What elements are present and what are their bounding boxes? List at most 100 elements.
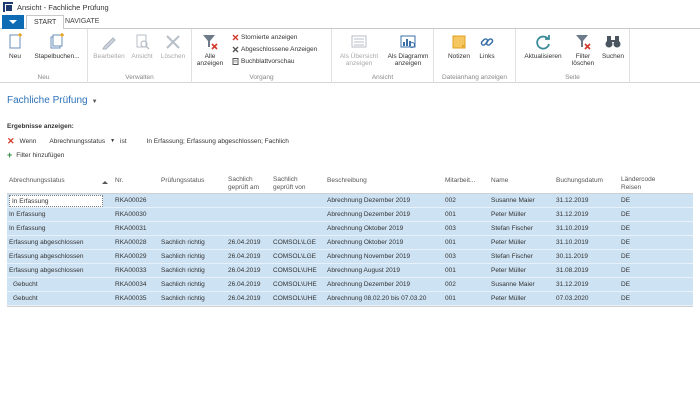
show-closed-label: Abgeschlossene Anzeigen [241, 46, 318, 53]
chart-view-button[interactable]: Als Diagramm anzeigen [384, 33, 432, 67]
refresh-label: Aktualisieren [524, 53, 562, 60]
cell-nr: RKA00026 [115, 197, 147, 204]
batch-post-button[interactable]: Stapelbuchen... [30, 33, 84, 60]
add-filter-button[interactable]: + Filter hinzufügen [7, 151, 65, 160]
table-row[interactable]: In Erfassung RKA00031 Abrechnung Oktober 2… [7, 222, 693, 236]
group-label-seite: Seite [565, 74, 580, 81]
page-title-text: Fachliche Prüfung [7, 95, 88, 106]
list-view-button[interactable]: Als Übersicht anzeigen [337, 33, 381, 67]
add-filter-label: Filter hinzufügen [16, 151, 65, 159]
cell-beschreibung: Abrechnung November 2019 [327, 253, 411, 260]
cell-abrechnungsstatus: Erfassung abgeschlossen [9, 253, 84, 260]
tab-navigate[interactable]: NAVIGATE [58, 15, 106, 29]
remove-filter-icon[interactable]: ✕ [7, 137, 15, 146]
view-button[interactable]: Ansicht [129, 33, 155, 60]
cell-laendercode: DE [621, 197, 631, 204]
table-row[interactable]: Erfassung abgeschlossen RKA00029 Sachlich … [7, 250, 693, 264]
cell-name: Susanne Maier [491, 281, 535, 288]
ribbon-tab-bar: START NAVIGATE [0, 15, 700, 30]
sort-ascending-icon[interactable] [102, 181, 108, 184]
window-title: Ansicht - Fachliche Prüfung [17, 2, 109, 12]
cell-geprueft-am: 26.04.2019 [228, 267, 261, 274]
header-label: Sachlich [228, 176, 253, 183]
cell-abrechnungsstatus: In Erfassung [9, 225, 46, 232]
header-col-name[interactable]: Name [491, 177, 553, 185]
refresh-button[interactable]: Aktualisieren [520, 33, 566, 60]
preview-button[interactable]: Buchblattvorschau [232, 57, 294, 66]
chart-view-label-2: anzeigen [394, 60, 422, 67]
clear-filter-label-2: löschen [571, 60, 595, 67]
cell-mitarbeiter: 002 [445, 197, 456, 204]
show-closed-button[interactable]: Abgeschlossene Anzeigen [232, 45, 317, 54]
table-row[interactable]: In Erfassung RKA00030 Abrechnung Dezember … [7, 208, 693, 222]
table-row[interactable]: In Erfassung RKA00026 Abrechnung Dezember … [7, 194, 693, 208]
filter-heading: Ergebnisse anzeigen: [7, 123, 74, 130]
app-menu-button[interactable] [2, 15, 24, 29]
show-cancelled-button[interactable]: Stornierte anzeigen [232, 33, 297, 42]
cell-mitarbeiter: 001 [445, 211, 456, 218]
group-ansicht: Als Übersicht anzeigen Als Diagramm anze… [332, 29, 434, 83]
header-col-geprueft-von[interactable]: Sachlich geprüft von [273, 176, 325, 192]
header-col-laendercode[interactable]: Ländercode Reisen [621, 176, 681, 192]
cell-abrechnungsstatus: In Erfassung [9, 211, 46, 218]
ribbon: Neu Stapelbuchen... Neu Bearbeiten Ansic… [0, 29, 700, 83]
new-button[interactable]: Neu [4, 33, 26, 60]
cell-name: Peter Müller [491, 211, 527, 218]
cell-abrechnungsstatus: In Erfassung [9, 195, 103, 207]
cell-nr: RKA00035 [115, 295, 147, 302]
filter-value[interactable]: In Erfassung; Erfassung abgeschlossen; F… [147, 138, 289, 145]
header-label: Sachlich [273, 176, 298, 183]
show-all-filter-icon [201, 33, 219, 51]
clear-filter-button[interactable]: Filter löschen [570, 33, 596, 67]
filter-field[interactable]: Abrechnungsstatus [49, 138, 105, 145]
group-label-neu: Neu [37, 74, 50, 81]
header-col-buchungsdatum[interactable]: Buchungsdatum [556, 177, 618, 185]
cell-geprueft-von: COMSOL\UHE [273, 281, 317, 288]
group-label-vorgang: Vorgang [249, 74, 274, 81]
cell-nr: RKA00033 [115, 267, 147, 274]
show-cancelled-label: Stornierte anzeigen [241, 34, 298, 41]
cell-buchungsdatum: 31.10.2019 [556, 225, 589, 232]
cell-beschreibung: Abrechnung Oktober 2019 [327, 225, 404, 232]
show-all-label-2: anzeigen [196, 60, 224, 67]
cell-abrechnungsstatus: Gebucht [13, 281, 38, 288]
notes-button[interactable]: Notizen [446, 33, 472, 60]
table-row[interactable]: Erfassung abgeschlossen RKA00028 Sachlich … [7, 236, 693, 250]
cell-nr: RKA00030 [115, 211, 147, 218]
header-label: Mitarbeit... [445, 177, 476, 184]
edit-button[interactable]: Bearbeiten [93, 33, 125, 60]
chevron-down-icon: ▼ [91, 99, 98, 105]
header-col-geprueft-am[interactable]: Sachlich geprüft am [228, 176, 272, 192]
cell-mitarbeiter: 003 [445, 253, 456, 260]
cell-mitarbeiter: 001 [445, 239, 456, 246]
page-title[interactable]: Fachliche Prüfung ▼ [7, 95, 98, 106]
cell-name: Peter Müller [491, 295, 527, 302]
cell-buchungsdatum: 31.12.2019 [556, 281, 589, 288]
table-row[interactable]: Gebucht RKA00035 Sachlich richtig 26.04.201… [7, 292, 693, 306]
header-col-abrechnungsstatus[interactable]: Abrechnungsstatus [9, 177, 104, 185]
show-all-button[interactable]: Alle anzeigen [195, 33, 225, 67]
header-col-mitarbeiter[interactable]: Mitarbeit... [445, 177, 489, 185]
header-label: Beschreibung [327, 177, 367, 184]
cell-geprueft-am: 26.04.2019 [228, 239, 261, 246]
header-col-pruefungsstatus[interactable]: Prüfungsstatus [161, 177, 225, 185]
table-row[interactable]: Erfassung abgeschlossen RKA00033 Sachlich … [7, 264, 693, 278]
filter-field-dropdown-icon[interactable]: ▼ [110, 138, 115, 144]
group-neu: Neu Stapelbuchen... Neu [0, 29, 88, 83]
cancelled-icon [232, 34, 239, 41]
cell-pruefungsstatus: Sachlich richtig [161, 267, 205, 274]
header-col-nr[interactable]: Nr. [115, 177, 159, 185]
header-label: Abrechnungsstatus [9, 177, 65, 184]
preview-label: Buchblattvorschau [241, 58, 295, 65]
header-col-beschreibung[interactable]: Beschreibung [327, 177, 442, 185]
preview-icon [232, 58, 239, 65]
table-row[interactable]: Gebucht RKA00034 Sachlich richtig 26.04.201… [7, 278, 693, 292]
cell-buchungsdatum: 31.12.2019 [556, 197, 589, 204]
search-button[interactable]: Suchen [600, 33, 626, 60]
view-icon [133, 33, 151, 51]
delete-button[interactable]: Löschen [158, 33, 188, 60]
header-label: geprüft von [273, 184, 306, 191]
links-button[interactable]: Links [476, 33, 498, 60]
delete-icon [164, 33, 182, 51]
cell-buchungsdatum: 31.08.2019 [556, 267, 589, 274]
